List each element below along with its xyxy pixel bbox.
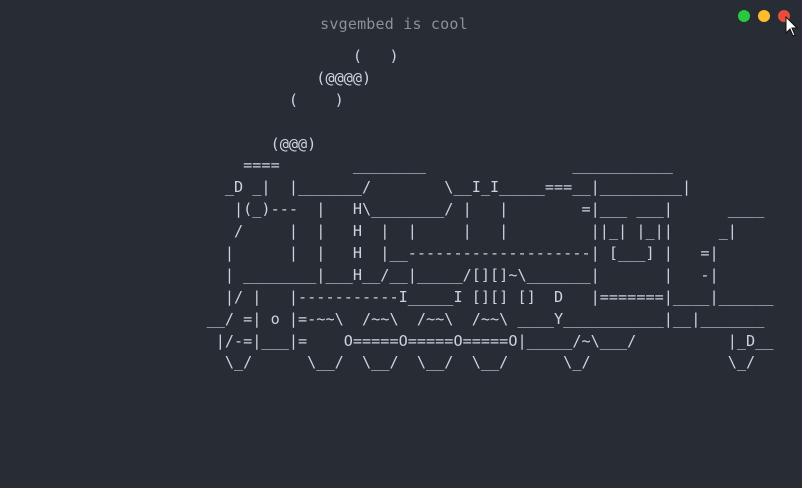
window-controls xyxy=(738,10,790,22)
ascii-train-art: ( ) (@@@@) ( ) (@@@) ==== ________ _____… xyxy=(170,46,774,374)
ascii-line: (@@@) xyxy=(170,134,317,153)
ascii-line xyxy=(170,112,773,134)
ascii-line: ==== ________ ___________ xyxy=(170,156,673,175)
ascii-line: | ________|___H__/__|_____/[][]~\_______… xyxy=(170,265,719,284)
ascii-line: |(_)--- | H\________/ | | =|___ ___| ___… xyxy=(170,200,765,219)
ascii-line: _D _| |_______/ \__I_I_____===__|_______… xyxy=(170,178,692,197)
minimize-button[interactable] xyxy=(738,10,750,22)
ascii-line: |/-=|___|= O=====O=====O=====O|_____/~\_… xyxy=(170,331,774,350)
window-title: svgembed is cool xyxy=(320,15,468,33)
ascii-line: / | | H | | | | ||_| |_|| _| xyxy=(170,222,737,241)
ascii-line: __/ =| o |=-~~\ /~~\ /~~\ /~~\ ____Y____… xyxy=(170,309,765,328)
terminal-window: svgembed is cool ( ) (@@@@) ( ) (@@@) ==… xyxy=(0,0,802,488)
ascii-line: (@@@@) xyxy=(170,68,372,87)
close-button[interactable] xyxy=(778,10,790,22)
ascii-line: ( ) xyxy=(170,47,399,65)
maximize-button[interactable] xyxy=(758,10,770,22)
ascii-line: | | | H |__--------------------| [___] |… xyxy=(170,244,719,263)
ascii-line: ( ) xyxy=(170,90,344,109)
ascii-line: \_/ \__/ \__/ \__/ \__/ \_/ \_/ xyxy=(170,353,756,372)
ascii-line: |/ | |-----------I_____I [][] [] D |====… xyxy=(170,287,774,306)
